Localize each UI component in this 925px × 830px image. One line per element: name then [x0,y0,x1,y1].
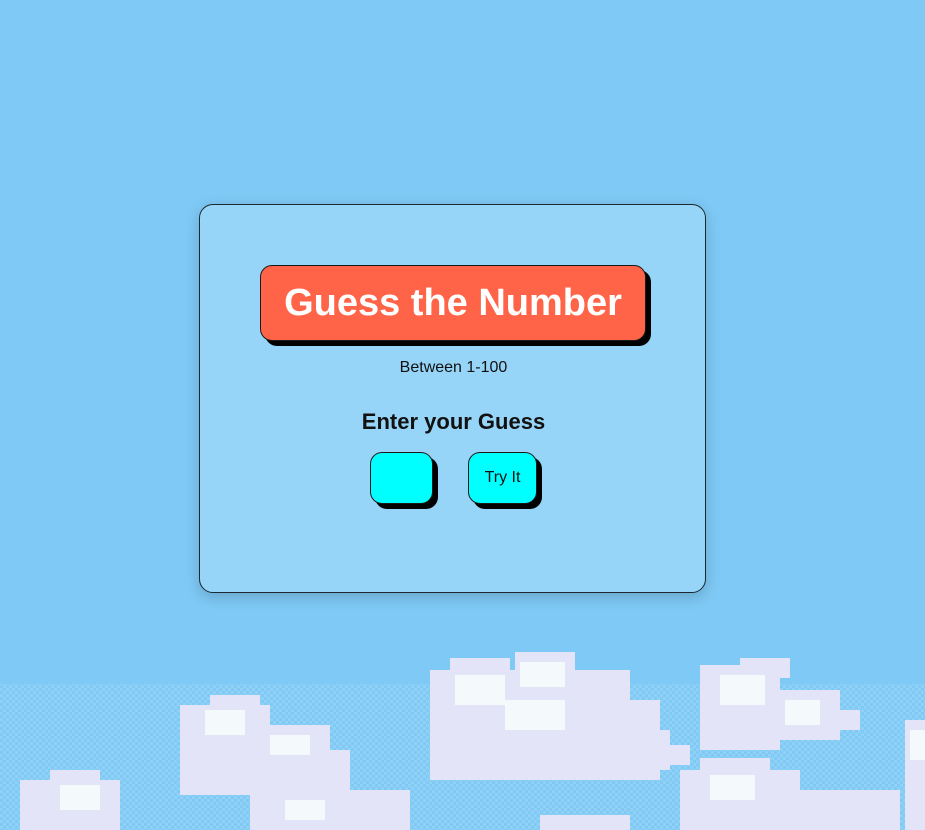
try-it-button[interactable]: Try It [468,452,537,504]
guess-prompt: Enter your Guess [361,409,546,434]
game-card: Guess the Number Between 1-100 Enter you… [199,204,706,593]
range-hint: Between 1-100 [399,359,508,376]
pixel-clouds-decoration [0,652,925,830]
guess-input[interactable] [370,452,433,504]
game-title: Guess the Number [260,265,646,341]
